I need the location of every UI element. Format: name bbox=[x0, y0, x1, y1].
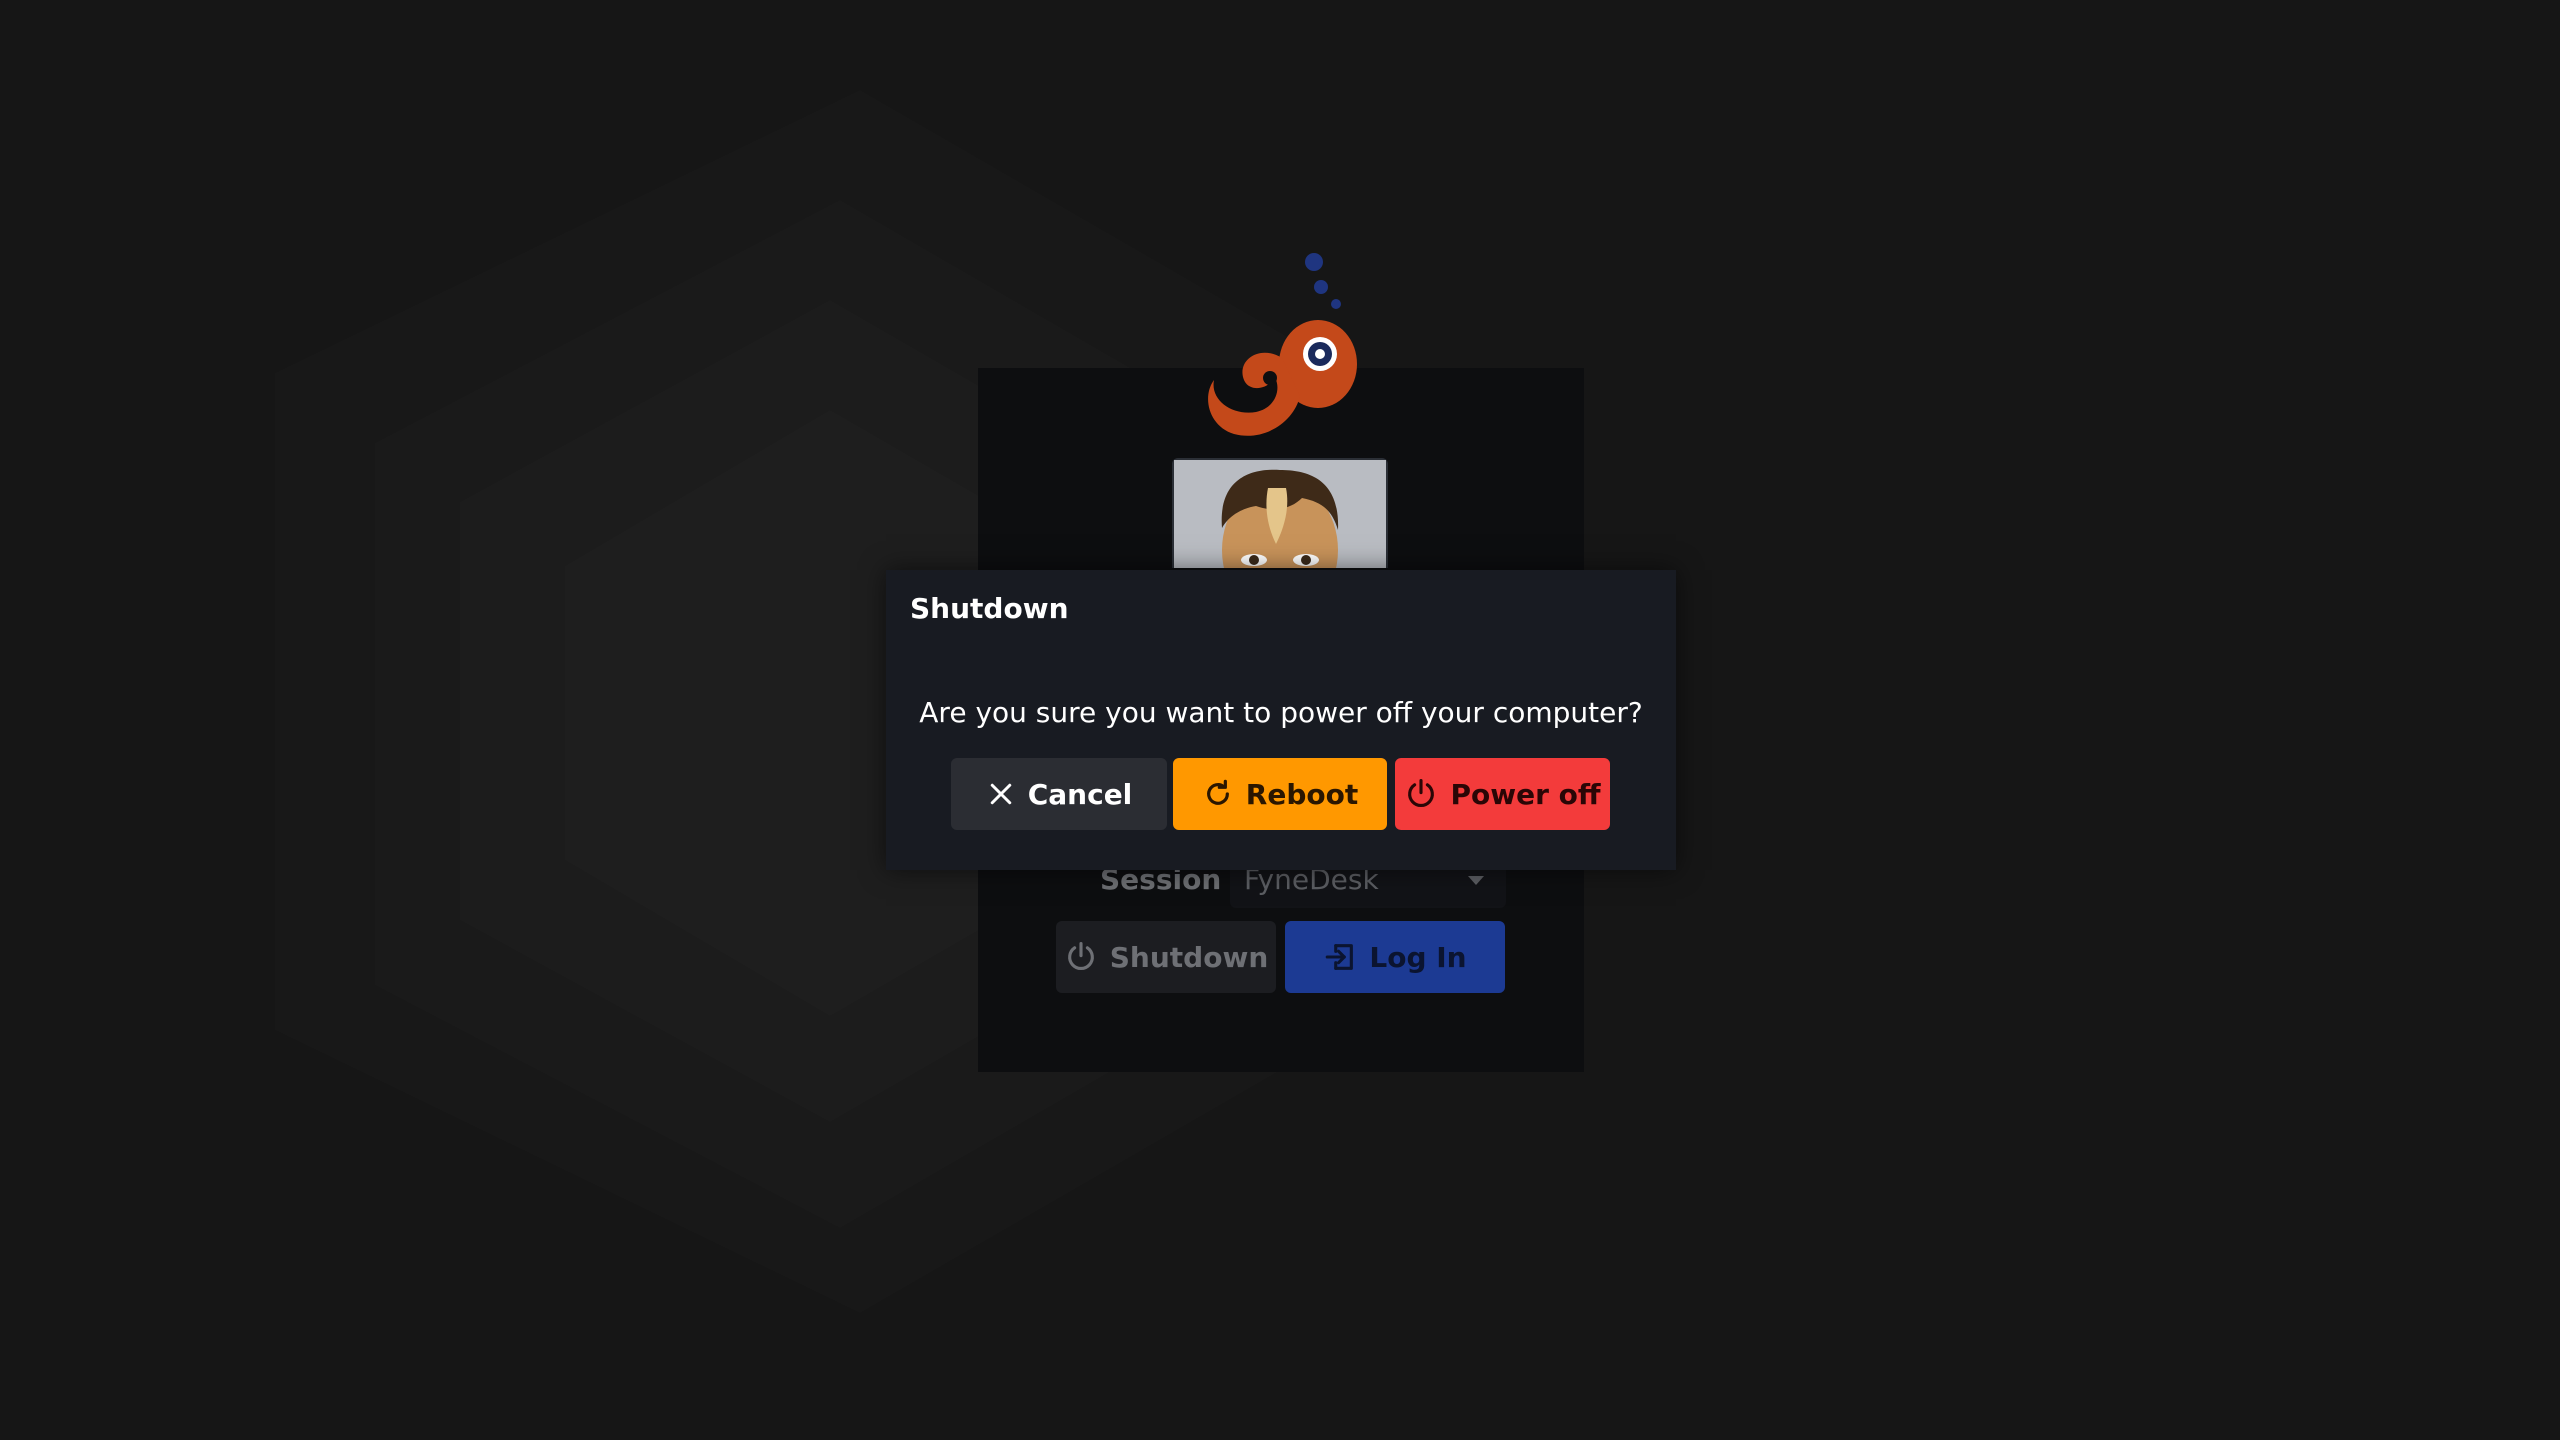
reboot-button[interactable]: Reboot bbox=[1173, 758, 1387, 830]
login-icon bbox=[1326, 944, 1354, 970]
cancel-button-label: Cancel bbox=[1027, 777, 1133, 811]
power-off-button[interactable]: Power off bbox=[1395, 758, 1610, 830]
dialog-title: Shutdown bbox=[910, 592, 1069, 625]
caret-down-icon bbox=[1468, 876, 1484, 885]
refresh-icon bbox=[1206, 779, 1229, 805]
shutdown-button[interactable]: Shutdown bbox=[1056, 921, 1276, 993]
fyne-fish-logo bbox=[1208, 253, 1357, 436]
close-icon bbox=[990, 783, 1011, 805]
cancel-button[interactable]: Cancel bbox=[951, 758, 1167, 830]
power-icon bbox=[1408, 778, 1435, 807]
shutdown-button-label: Shutdown bbox=[1109, 940, 1269, 974]
power-off-button-label: Power off bbox=[1450, 777, 1601, 811]
user-avatar bbox=[1172, 458, 1388, 568]
dialog-message: Are you sure you want to power off your … bbox=[919, 696, 1643, 729]
shutdown-dialog: Shutdown Are you sure you want to power … bbox=[886, 570, 1676, 870]
login-button[interactable]: Log In bbox=[1285, 921, 1505, 993]
reboot-button-label: Reboot bbox=[1245, 777, 1359, 811]
login-screen: Session FyneDesk Shutdown Log In Shutdow… bbox=[0, 0, 2560, 1440]
power-icon bbox=[1067, 941, 1094, 970]
login-button-label: Log In bbox=[1369, 940, 1467, 974]
